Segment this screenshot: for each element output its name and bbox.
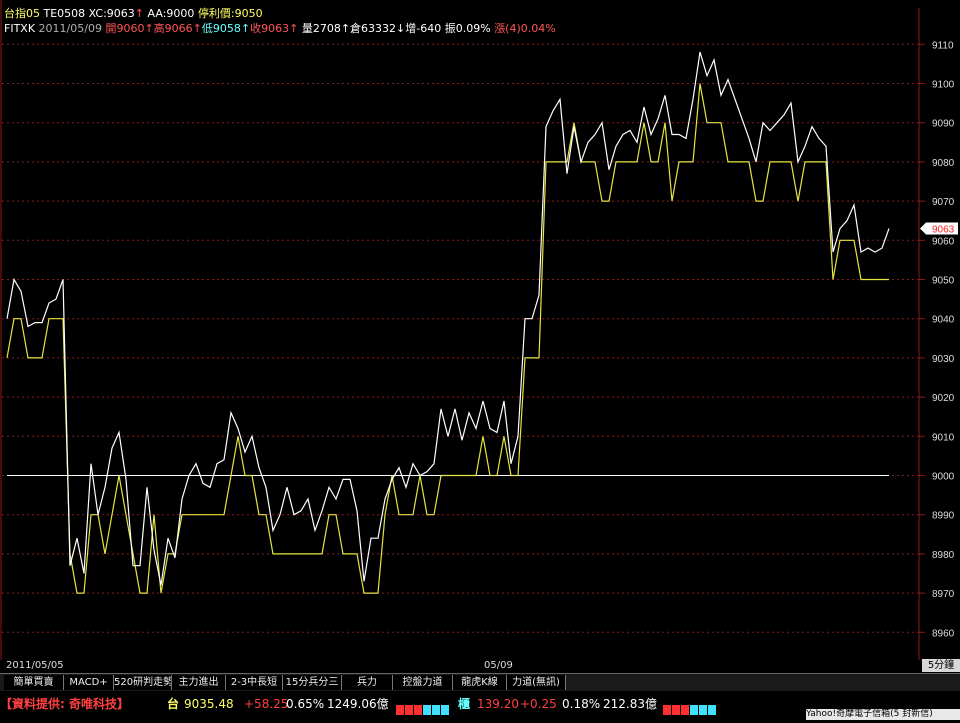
y-axis: 8960 8970 8980 8990 9000 9010 9020 9030 9040 9050… — [919, 40, 955, 639]
taiex-label: 台 — [167, 697, 180, 711]
last-value-marker: 9063 — [920, 222, 958, 236]
y-tick-label: 9060 — [932, 236, 955, 247]
y-tick-label: 9020 — [932, 393, 955, 404]
tab-macd[interactable]: MACD+ — [64, 675, 114, 690]
y-tick-label: 9010 — [932, 432, 955, 443]
otc-change: +0.25 — [520, 697, 557, 711]
otc-value: 139.20 — [477, 697, 519, 711]
date-axis: 2011/05/05 05/09 5分鐘 — [0, 659, 960, 672]
otc-label: 櫃 — [458, 697, 471, 711]
mail-notification[interactable]: Yahoo!奇摩電子信箱(5 封新信) — [806, 709, 960, 720]
y-tick-label: 9030 — [932, 354, 955, 365]
taiex-volume: 1249.06億 — [327, 697, 389, 711]
otc-breadth-bars — [663, 699, 717, 715]
tab-23-term[interactable]: 2-3中長短 — [226, 675, 283, 690]
date-label-start: 2011/05/05 — [6, 660, 64, 671]
last-value-label: 9063 — [932, 225, 955, 236]
tab-simple-trade[interactable]: 簡單買賣 — [4, 675, 64, 690]
tab-control-power[interactable]: 控盤力道 — [393, 675, 453, 690]
chart-grid — [2, 43, 919, 633]
y-tick-label: 9100 — [932, 80, 955, 91]
tab-dragon-tiger-k[interactable]: 龍虎K線 — [453, 675, 507, 690]
otc-percent: 0.18% — [562, 697, 601, 711]
tab-power-no-signal[interactable]: 力道(無訊) — [507, 675, 566, 690]
y-tick-label: 8980 — [932, 550, 955, 561]
market-ticker: 【資料提供: 奇唯科技】 台 9035.48 +58.25 0.65% 1249… — [0, 692, 960, 720]
price-chart[interactable]: 8960 8970 8980 8990 9000 9010 9020 9030 9040 9050… — [0, 0, 960, 720]
tab-520-trend[interactable]: 520研判走勢 — [114, 675, 172, 690]
date-label-mid: 05/09 — [484, 660, 513, 671]
taiex-breadth-bars — [396, 699, 450, 715]
y-tick-label: 8970 — [932, 589, 955, 600]
y-tick-label: 8990 — [932, 511, 955, 522]
y-tick-label: 8960 — [932, 628, 955, 639]
otc-volume: 212.83億 — [603, 697, 657, 711]
y-tick-label: 9090 — [932, 119, 955, 130]
taiex-value: 9035.48 — [184, 697, 234, 711]
tab-force[interactable]: 兵力 — [342, 675, 393, 690]
y-tick-label: 9110 — [932, 40, 954, 51]
y-tick-label: 9070 — [932, 197, 955, 208]
indicator-tabs: 簡單買賣 MACD+ 520研判走勢 主力進出 2-3中長短 15分兵分三 兵力… — [0, 673, 960, 691]
taiex-percent: 0.65% — [286, 697, 325, 711]
y-tick-label: 9040 — [932, 315, 955, 326]
y-tick-label: 9080 — [932, 158, 955, 169]
taiex-change: +58.25 — [244, 697, 289, 711]
timeframe-selector[interactable]: 5分鐘 — [922, 659, 960, 672]
y-tick-label: 9000 — [932, 472, 955, 483]
series-layer — [6, 51, 890, 594]
data-provider: 【資料提供: 奇唯科技】 — [0, 697, 129, 711]
y-tick-label: 9050 — [932, 276, 955, 287]
tab-main-force[interactable]: 主力進出 — [172, 675, 226, 690]
tab-15min-split[interactable]: 15分兵分三 — [283, 675, 342, 690]
